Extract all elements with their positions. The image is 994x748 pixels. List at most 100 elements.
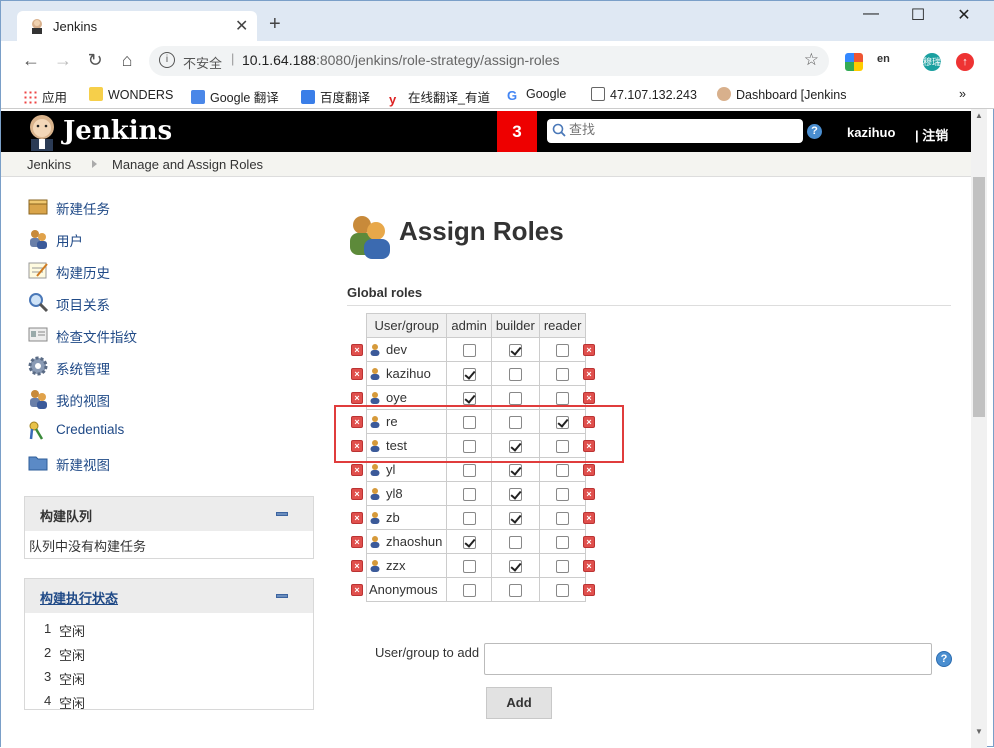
role-checkbox-reader[interactable] bbox=[556, 536, 570, 550]
extension-color-icon[interactable] bbox=[845, 53, 863, 71]
role-checkbox-builder[interactable] bbox=[508, 536, 522, 550]
role-checkbox-admin[interactable] bbox=[462, 488, 476, 502]
role-checkbox-reader[interactable] bbox=[556, 488, 570, 502]
minimize-icon[interactable]: — bbox=[856, 5, 886, 23]
role-checkbox-reader[interactable] bbox=[556, 464, 570, 478]
delete-left-icon[interactable]: × bbox=[351, 415, 363, 428]
maximize-icon[interactable]: ☐ bbox=[903, 5, 933, 25]
add-button[interactable]: Add bbox=[486, 687, 552, 719]
new-tab-icon[interactable]: + bbox=[269, 13, 281, 36]
bookmark-google-translate[interactable]: Google 翻译 bbox=[191, 87, 279, 106]
jenkins-logo[interactable]: Jenkins bbox=[63, 116, 172, 146]
scroll-up-icon[interactable]: ▲ bbox=[975, 111, 983, 120]
google-translate-icon bbox=[191, 90, 205, 104]
extension-translate-icon[interactable]: en bbox=[877, 53, 895, 71]
user-name: zzx bbox=[386, 558, 406, 573]
role-checkbox-admin[interactable] bbox=[462, 392, 476, 406]
role-checkbox-admin[interactable] bbox=[462, 368, 476, 382]
current-user-link[interactable]: kazihuo bbox=[847, 125, 895, 140]
delete-left-icon[interactable]: × bbox=[351, 391, 363, 404]
bookmark-wonders[interactable]: WONDERS bbox=[89, 87, 173, 102]
tab-close-icon[interactable]: ✕ bbox=[235, 16, 248, 36]
address-bar[interactable]: i 不安全 | 10.1.64.188:8080/jenkins/role-st… bbox=[149, 46, 829, 76]
notification-badge[interactable]: 3 bbox=[497, 111, 537, 152]
role-checkbox-builder[interactable] bbox=[508, 392, 522, 406]
logout-link[interactable]: | 注销 bbox=[915, 125, 948, 144]
bookmark-ip[interactable]: 47.107.132.243 bbox=[591, 87, 697, 102]
delete-right-icon[interactable]: × bbox=[583, 391, 595, 404]
role-checkbox-admin[interactable] bbox=[462, 560, 476, 574]
role-checkbox-admin[interactable] bbox=[462, 344, 476, 358]
role-checkbox-builder[interactable] bbox=[508, 488, 522, 502]
keys-icon bbox=[29, 421, 44, 440]
window-close-icon[interactable]: ✕ bbox=[949, 5, 979, 25]
role-checkbox-builder[interactable] bbox=[508, 464, 522, 478]
bookmark-apps[interactable]: 应用 bbox=[23, 87, 67, 106]
scroll-thumb[interactable] bbox=[973, 177, 985, 417]
delete-right-icon[interactable]: × bbox=[583, 535, 595, 548]
bookmark-star-icon[interactable]: ☆ bbox=[804, 50, 819, 70]
scroll-down-icon[interactable]: ▼ bbox=[975, 727, 983, 736]
column-header-admin: admin bbox=[446, 313, 492, 338]
info-icon[interactable]: i bbox=[159, 52, 175, 68]
delete-right-icon[interactable]: × bbox=[583, 439, 595, 452]
bookmark-youdao[interactable]: y 在线翻译_有道 bbox=[389, 87, 490, 107]
breadcrumb-manage-roles[interactable]: Manage and Assign Roles bbox=[112, 157, 263, 172]
person-icon bbox=[370, 368, 380, 380]
delete-right-icon[interactable]: × bbox=[583, 343, 595, 356]
role-checkbox-admin[interactable] bbox=[462, 464, 476, 478]
role-checkbox-reader[interactable] bbox=[556, 512, 570, 526]
profile-avatar-icon[interactable]: 穆瑞 bbox=[923, 53, 941, 71]
role-checkbox-builder[interactable] bbox=[508, 584, 522, 598]
url-text[interactable]: 10.1.64.188:8080/jenkins/role-strategy/a… bbox=[242, 52, 560, 68]
role-checkbox-reader[interactable] bbox=[556, 392, 570, 406]
page-scrollbar[interactable]: ▲ ▼ bbox=[971, 109, 987, 748]
executors-title-link[interactable]: 构建执行状态 bbox=[40, 588, 118, 607]
delete-left-icon[interactable]: × bbox=[351, 559, 363, 572]
home-icon[interactable]: ⌂ bbox=[117, 50, 137, 71]
delete-left-icon[interactable]: × bbox=[351, 439, 363, 452]
bookmark-dashboard[interactable]: Dashboard [Jenkins bbox=[717, 87, 846, 102]
delete-left-icon[interactable]: × bbox=[351, 343, 363, 356]
role-checkbox-builder[interactable] bbox=[508, 560, 522, 574]
delete-right-icon[interactable]: × bbox=[583, 583, 595, 596]
delete-right-icon[interactable]: × bbox=[583, 463, 595, 476]
role-checkbox-reader[interactable] bbox=[556, 560, 570, 574]
delete-left-icon[interactable]: × bbox=[351, 535, 363, 548]
role-checkbox-admin[interactable] bbox=[462, 584, 476, 598]
delete-left-icon[interactable]: × bbox=[351, 367, 363, 380]
delete-right-icon[interactable]: × bbox=[583, 559, 595, 572]
bookmark-baidu-translate[interactable]: 百度翻译 bbox=[301, 87, 370, 106]
delete-left-icon[interactable]: × bbox=[351, 583, 363, 596]
delete-right-icon[interactable]: × bbox=[583, 415, 595, 428]
collapse-icon[interactable] bbox=[276, 512, 288, 516]
delete-right-icon[interactable]: × bbox=[583, 511, 595, 524]
role-checkbox-admin[interactable] bbox=[462, 536, 476, 550]
bookmark-google[interactable]: G Google bbox=[507, 87, 566, 103]
role-checkbox-reader[interactable] bbox=[556, 584, 570, 598]
back-icon[interactable]: ← bbox=[21, 50, 41, 71]
search-box[interactable] bbox=[547, 119, 803, 143]
role-checkbox-reader[interactable] bbox=[556, 368, 570, 382]
collapse-icon[interactable] bbox=[276, 594, 288, 598]
role-checkbox-builder[interactable] bbox=[508, 344, 522, 358]
role-checkbox-reader[interactable] bbox=[556, 344, 570, 358]
delete-right-icon[interactable]: × bbox=[583, 367, 595, 380]
forward-icon[interactable]: → bbox=[53, 50, 73, 71]
update-icon[interactable]: ↑ bbox=[956, 53, 974, 71]
add-user-input[interactable] bbox=[484, 643, 932, 675]
role-checkbox-builder[interactable] bbox=[508, 368, 522, 382]
delete-right-icon[interactable]: × bbox=[583, 487, 595, 500]
reload-icon[interactable]: ↻ bbox=[85, 50, 105, 71]
delete-left-icon[interactable]: × bbox=[351, 511, 363, 524]
bookmarks-more-icon[interactable]: » bbox=[959, 87, 966, 101]
delete-left-icon[interactable]: × bbox=[351, 463, 363, 476]
role-checkbox-builder[interactable] bbox=[508, 512, 522, 526]
role-checkbox-admin[interactable] bbox=[462, 512, 476, 526]
browser-tab[interactable]: Jenkins ✕ bbox=[17, 11, 257, 41]
delete-left-icon[interactable]: × bbox=[351, 487, 363, 500]
search-help-icon[interactable]: ? bbox=[807, 124, 822, 139]
search-input[interactable] bbox=[569, 122, 789, 137]
help-icon[interactable]: ? bbox=[936, 651, 952, 667]
breadcrumb-jenkins[interactable]: Jenkins bbox=[27, 157, 71, 172]
